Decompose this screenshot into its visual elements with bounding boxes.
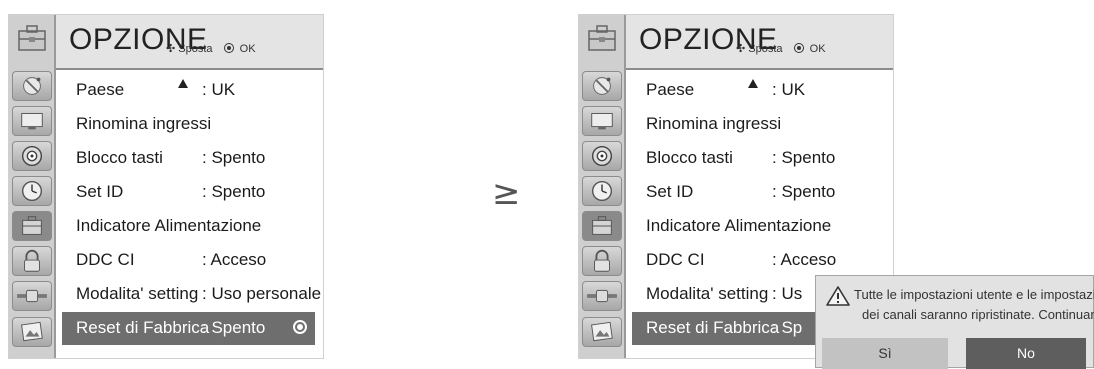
menu-item-label: Modalita' setting: [646, 284, 769, 303]
toolbox-icon: [18, 25, 46, 51]
menu-item-label: DDC CI: [646, 250, 705, 269]
menu-item-label: Set ID: [646, 182, 694, 201]
menu-item-label: Blocco tasti: [76, 148, 163, 167]
menu-item-label: Reset di Fabbrica: [646, 318, 780, 337]
menu-item-label: Blocco tasti: [646, 148, 733, 167]
nav-hint-label: Sposta: [748, 43, 783, 55]
plug-icon[interactable]: [12, 281, 52, 311]
menu-item-value: : Spento: [202, 148, 266, 167]
speaker-icon[interactable]: [12, 141, 52, 171]
menu-item-reset-di-fabbrica[interactable]: Reset di Fabbrica : Spento: [62, 312, 315, 345]
icon-column: [9, 15, 56, 358]
warning-icon: [826, 286, 850, 306]
menu-panel-left: OPZIONE ✣ Sposta OK Paese : UK Rinomina …: [8, 14, 324, 359]
menu-item-value: : UK: [772, 80, 806, 99]
no-button[interactable]: No: [966, 338, 1086, 369]
menu-item-value: : Sp: [772, 318, 803, 337]
dialog-message: Tutte le impostazioni utente e le impost…: [854, 285, 1094, 325]
menu-item-label: Indicatore Alimentazione: [76, 216, 262, 235]
menu-item-value: : Spento: [202, 318, 266, 337]
menu-item-value: : Spento: [772, 148, 836, 167]
dialog-message-line1: Tutte le impostazioni utente e le impost…: [854, 287, 1094, 302]
clock-icon[interactable]: [12, 176, 52, 206]
menu-list: Paese : UK Rinomina ingressi Blocco tast…: [56, 68, 323, 358]
nav-hint-label: Sposta: [178, 43, 213, 55]
ok-hint-label: OK: [809, 43, 826, 55]
speaker-icon[interactable]: [582, 141, 622, 171]
satellite-icon[interactable]: [12, 71, 52, 101]
menu-item-value: : Acceso: [202, 250, 267, 269]
ok-hint-label: OK: [239, 43, 256, 55]
menu-item-value: : Spento: [772, 182, 836, 201]
monitor-icon[interactable]: [582, 106, 622, 136]
lock-icon[interactable]: [582, 246, 622, 276]
scroll-up-icon[interactable]: [748, 79, 758, 88]
lock-icon[interactable]: [12, 246, 52, 276]
move-arrows-icon: ✣: [166, 43, 176, 55]
icon-column: [579, 15, 626, 358]
scroll-up-icon[interactable]: [178, 79, 188, 88]
reset-confirm-dialog: Tutte le impostazioni utente e le impost…: [815, 275, 1094, 369]
toolbox-icon[interactable]: [12, 211, 52, 241]
menu-item-label: Rinomina ingressi: [646, 114, 782, 133]
menu-item-value: : Spento: [202, 182, 266, 201]
ok-button-icon: [223, 43, 234, 53]
menu-item-value: : UK: [202, 80, 236, 99]
clock-icon[interactable]: [582, 176, 622, 206]
toolbox-icon: [588, 25, 616, 51]
menu-item-value: : Uso personale: [202, 284, 322, 303]
menu-item-label: Paese: [76, 80, 125, 99]
move-arrows-icon: ✣: [736, 43, 746, 55]
satellite-icon[interactable]: [582, 71, 622, 101]
photo-icon[interactable]: [12, 317, 52, 347]
monitor-icon[interactable]: [12, 106, 52, 136]
nav-hint: ✣ Sposta OK: [736, 42, 826, 55]
photo-icon[interactable]: [582, 317, 622, 347]
menu-item-value: : Acceso: [772, 250, 837, 269]
menu-item-label: Modalita' setting: [76, 284, 199, 303]
menu-item-label: Indicatore Alimentazione: [646, 216, 832, 235]
menu-item-value: : Us: [772, 284, 803, 303]
selected-radio-icon: [293, 320, 307, 334]
toolbox-icon[interactable]: [582, 211, 622, 241]
nav-hint: ✣ Sposta OK: [166, 42, 256, 55]
menu-item-label: DDC CI: [76, 250, 135, 269]
plug-icon[interactable]: [582, 281, 622, 311]
menu-item-label: Rinomina ingressi: [76, 114, 212, 133]
menu-item-label: Set ID: [76, 182, 124, 201]
menu-item-label: Paese: [646, 80, 695, 99]
menu-item-label: Reset di Fabbrica: [76, 318, 210, 337]
yes-button[interactable]: Sì: [822, 338, 948, 369]
ok-button-icon: [793, 43, 804, 53]
dialog-message-line2: dei canali saranno ripristinate. Continu…: [862, 307, 1094, 322]
step-arrow: ≥: [492, 173, 521, 213]
